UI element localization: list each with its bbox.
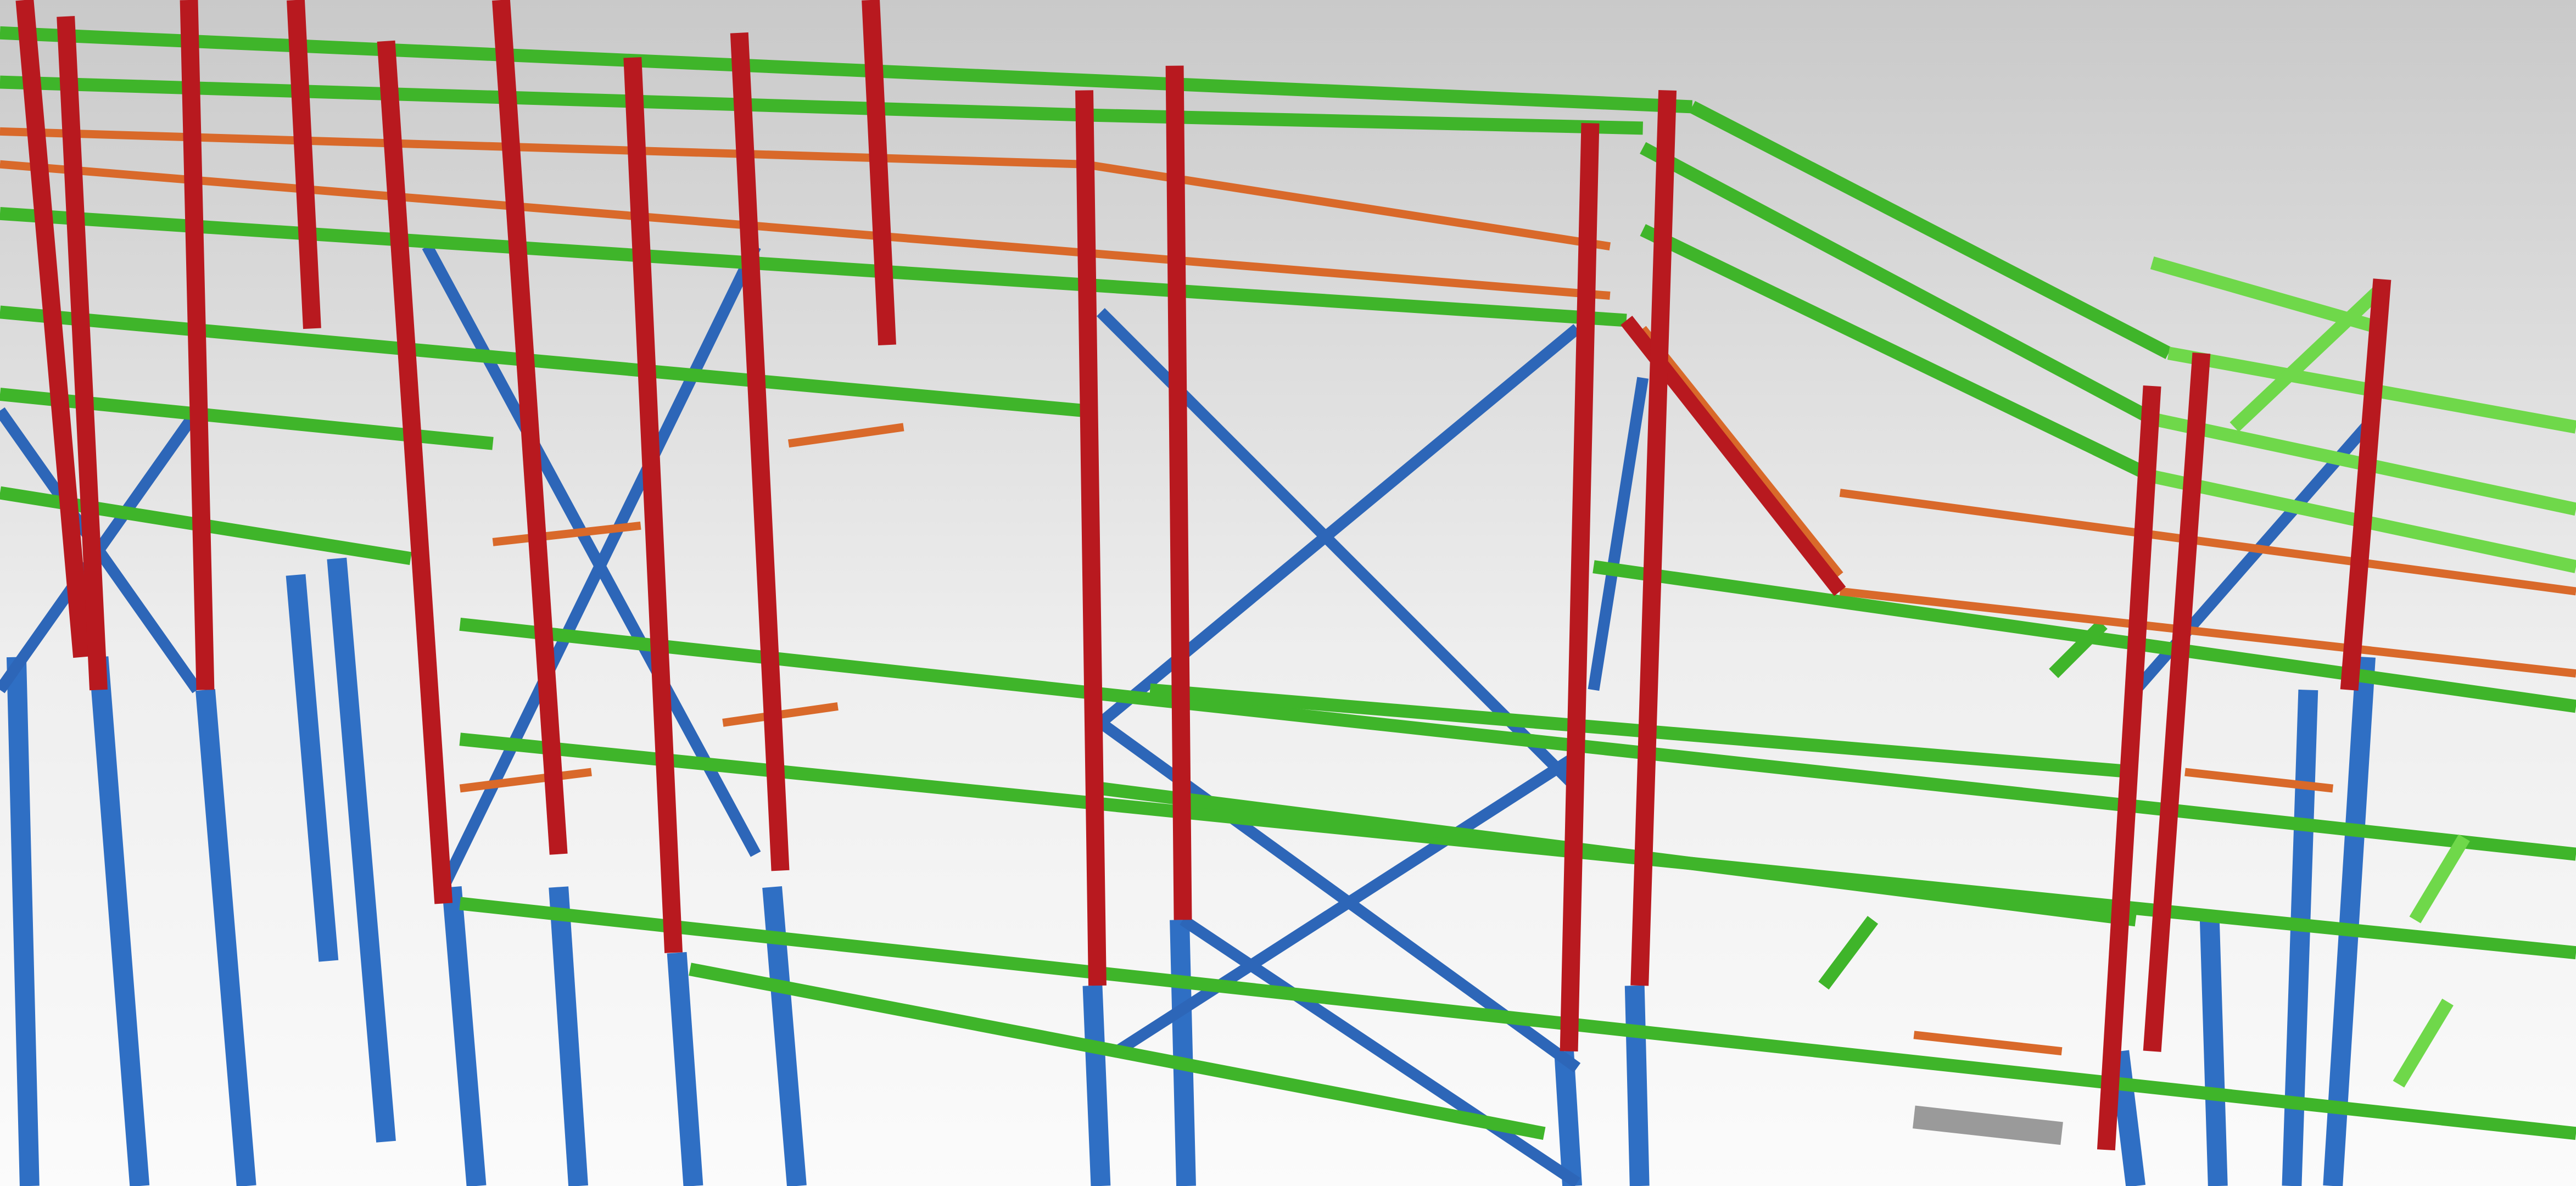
blue-column [1624, 985, 1650, 1186]
blue-column [2199, 919, 2228, 1186]
cage-platform [1913, 1105, 2063, 1145]
blue-column [1082, 985, 1111, 1186]
structure-render [0, 0, 2576, 1186]
red-column [1165, 65, 1192, 920]
blue-column [1554, 1050, 1582, 1186]
blue-column [6, 657, 40, 1186]
blue-column [1170, 919, 1196, 1186]
